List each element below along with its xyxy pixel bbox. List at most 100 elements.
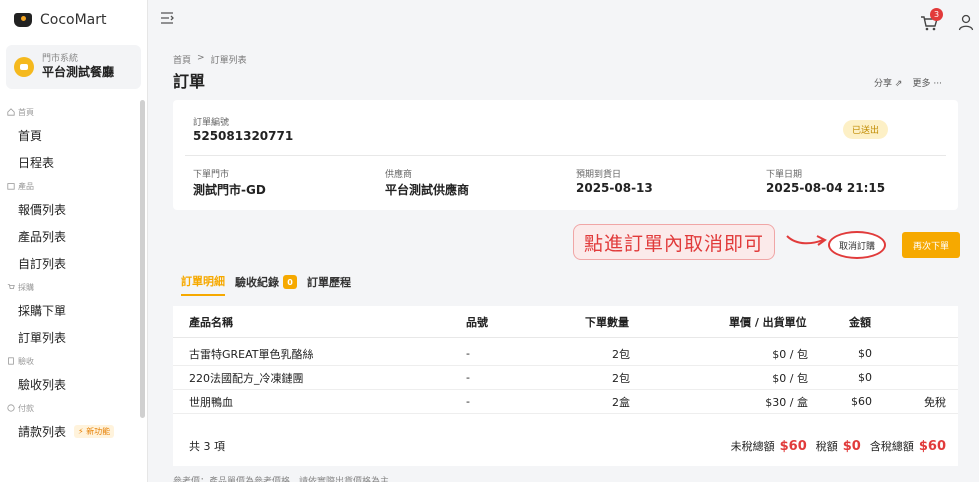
reorder-button[interactable]: 再次下單 [902, 232, 960, 258]
sidebar-item-home[interactable]: 首頁 [0, 122, 140, 149]
product-price: $0 / 包 [772, 347, 808, 361]
order-no-value: 525081320771 [193, 129, 294, 143]
coin-icon [7, 404, 15, 412]
table-header: 產品名稱 品號 下單數量 單價 / 出貨單位 金額 [173, 306, 958, 338]
header-product-name: 產品名稱 [189, 315, 233, 329]
sidebar-item-order-list[interactable]: 訂單列表 [0, 324, 140, 351]
page-actions: 分享 ⇗ 更多 ··· [874, 76, 942, 89]
share-label: 分享 [874, 79, 893, 89]
sidebar: CocoMart 門市系統 平台測試餐廳 首頁 首頁 日程表 產品 報價列表 產… [0, 0, 148, 482]
product-amount: $60 [851, 395, 872, 408]
app-logo[interactable]: CocoMart [14, 12, 107, 28]
product-qty: 2包 [612, 347, 630, 361]
sidebar-item-receiving-list[interactable]: 驗收列表 [0, 371, 140, 398]
sidebar-scrollbar[interactable] [140, 100, 145, 418]
breadcrumb-separator: > [197, 53, 205, 63]
nav-group-payment: 付款 [0, 398, 140, 418]
share-icon: ⇗ [894, 79, 903, 89]
tab-receipts-label: 驗收紀錄 [235, 276, 279, 289]
sidebar-item-custom-list[interactable]: 自訂列表 [0, 250, 140, 277]
order-no-label: 訂單編號 [193, 118, 230, 128]
order-date-value: 2025-08-04 21:15 [766, 181, 886, 195]
cart-small-icon [7, 284, 15, 289]
untaxed-label: 未稅總額 [730, 440, 775, 453]
more-label: 更多 [912, 79, 931, 89]
price-note: 參考價：產品單價為參考價格，請依實際出貨價格為主。 [173, 477, 399, 482]
nav-group-home: 首頁 [0, 102, 140, 122]
product-qty: 2包 [612, 371, 630, 385]
tab-order-detail[interactable]: 訂單明細 [181, 273, 225, 296]
header-price: 單價 / 出貨單位 [729, 315, 807, 329]
order-items-table: 產品名稱 品號 下單數量 單價 / 出貨單位 金額 古雷特GREAT單色乳酪絲 … [173, 306, 958, 466]
cancel-order-button[interactable]: 取消訂購 [828, 231, 886, 259]
order-date-label: 下單日期 [766, 170, 803, 180]
table-row: 古雷特GREAT單色乳酪絲 - 2包 $0 / 包 $0 [173, 342, 958, 366]
total-label: 含稅總額 [869, 440, 914, 453]
nav-group-label: 產品 [18, 181, 34, 191]
sidebar-item-label: 請款列表 [18, 425, 67, 439]
arrow-right-icon [786, 235, 827, 246]
page-title: 訂單 [173, 72, 206, 91]
table-row: 世朋鴨血 - 2盒 $30 / 盒 $60 免稅 [173, 390, 958, 414]
supplier-label: 供應商 [385, 170, 413, 180]
table-footer: 共 3 項 未稅總額 $60 稅額 $0 含稅總額 $60 [173, 426, 958, 466]
new-feature-label: 新功能 [86, 427, 111, 436]
store-name: 平台測試餐廳 [42, 65, 115, 79]
product-sku: - [466, 371, 470, 384]
sidebar-item-products[interactable]: 產品列表 [0, 223, 140, 250]
untaxed-total: $60 [779, 438, 807, 454]
sidebar-nav: 首頁 首頁 日程表 產品 報價列表 產品列表 自訂列表 採購 採購下單 訂單列表… [0, 102, 140, 445]
order-summary-card: 訂單編號 525081320771 已送出 下單門市 測試門市-GD 供應商 平… [173, 100, 958, 210]
eta-label: 預期到貨日 [576, 170, 622, 180]
nav-group-receiving: 驗收 [0, 351, 140, 371]
table-row: 220法國配方_冷凍鏈團 - 2包 $0 / 包 $0 [173, 366, 958, 390]
breadcrumb: 首頁 > 訂單列表 [173, 53, 247, 66]
store-switcher[interactable]: 門市系統 平台測試餐廳 [6, 45, 141, 89]
nav-group-label: 首頁 [18, 107, 34, 117]
totals: 未稅總額 $60 稅額 $0 含稅總額 $60 [731, 426, 946, 466]
cocomart-logo-icon [14, 13, 32, 27]
order-store-value: 測試門市-GD [193, 183, 266, 197]
product-name: 220法國配方_冷凍鏈團 [189, 371, 304, 385]
menu-collapse-icon[interactable] [160, 12, 174, 24]
product-amount: $0 [858, 371, 872, 384]
box-icon [7, 183, 15, 190]
more-button[interactable]: 更多 ··· [912, 76, 941, 89]
nav-group-label: 付款 [18, 403, 34, 413]
order-store-label: 下單門市 [193, 170, 230, 180]
product-sku: - [466, 395, 470, 408]
product-name: 世朋鴨血 [189, 395, 233, 409]
item-count: 共 3 項 [189, 440, 225, 453]
product-name: 古雷特GREAT單色乳酪絲 [189, 347, 314, 361]
share-button[interactable]: 分享 ⇗ [874, 76, 902, 89]
divider [185, 155, 946, 156]
nav-group-label: 採購 [18, 282, 34, 292]
top-bar: 3 [148, 0, 979, 44]
product-qty: 2盒 [612, 395, 630, 409]
tab-receipts[interactable]: 驗收紀錄 0 [235, 273, 297, 296]
new-feature-badge: ⚡ 新功能 [74, 425, 115, 438]
home-icon [7, 108, 15, 116]
store-avatar-icon [14, 57, 34, 77]
cart-count-badge: 3 [930, 8, 943, 21]
tab-order-history[interactable]: 訂單歷程 [307, 273, 351, 296]
tax-label: 稅額 [815, 440, 838, 453]
nav-group-products: 產品 [0, 176, 140, 196]
breadcrumb-home[interactable]: 首頁 [173, 53, 191, 66]
nav-group-label: 驗收 [18, 356, 34, 366]
header-sku: 品號 [466, 315, 488, 329]
more-icon: ··· [933, 79, 942, 89]
user-icon[interactable] [958, 14, 974, 31]
header-qty: 下單數量 [585, 315, 629, 329]
product-price: $0 / 包 [772, 371, 808, 385]
header-amount: 金額 [849, 315, 871, 329]
sidebar-item-quotes[interactable]: 報價列表 [0, 196, 140, 223]
store-system-label: 門市系統 [42, 54, 79, 64]
sidebar-item-schedule[interactable]: 日程表 [0, 149, 140, 176]
status-badge: 已送出 [843, 120, 889, 139]
grand-total: $60 [918, 438, 946, 454]
breadcrumb-current[interactable]: 訂單列表 [211, 53, 247, 66]
sidebar-item-invoice-list[interactable]: 請款列表 ⚡ 新功能 [0, 418, 140, 445]
sidebar-item-purchase-order[interactable]: 採購下單 [0, 297, 140, 324]
instruction-callout: 點進訂單內取消即可 [573, 224, 775, 260]
